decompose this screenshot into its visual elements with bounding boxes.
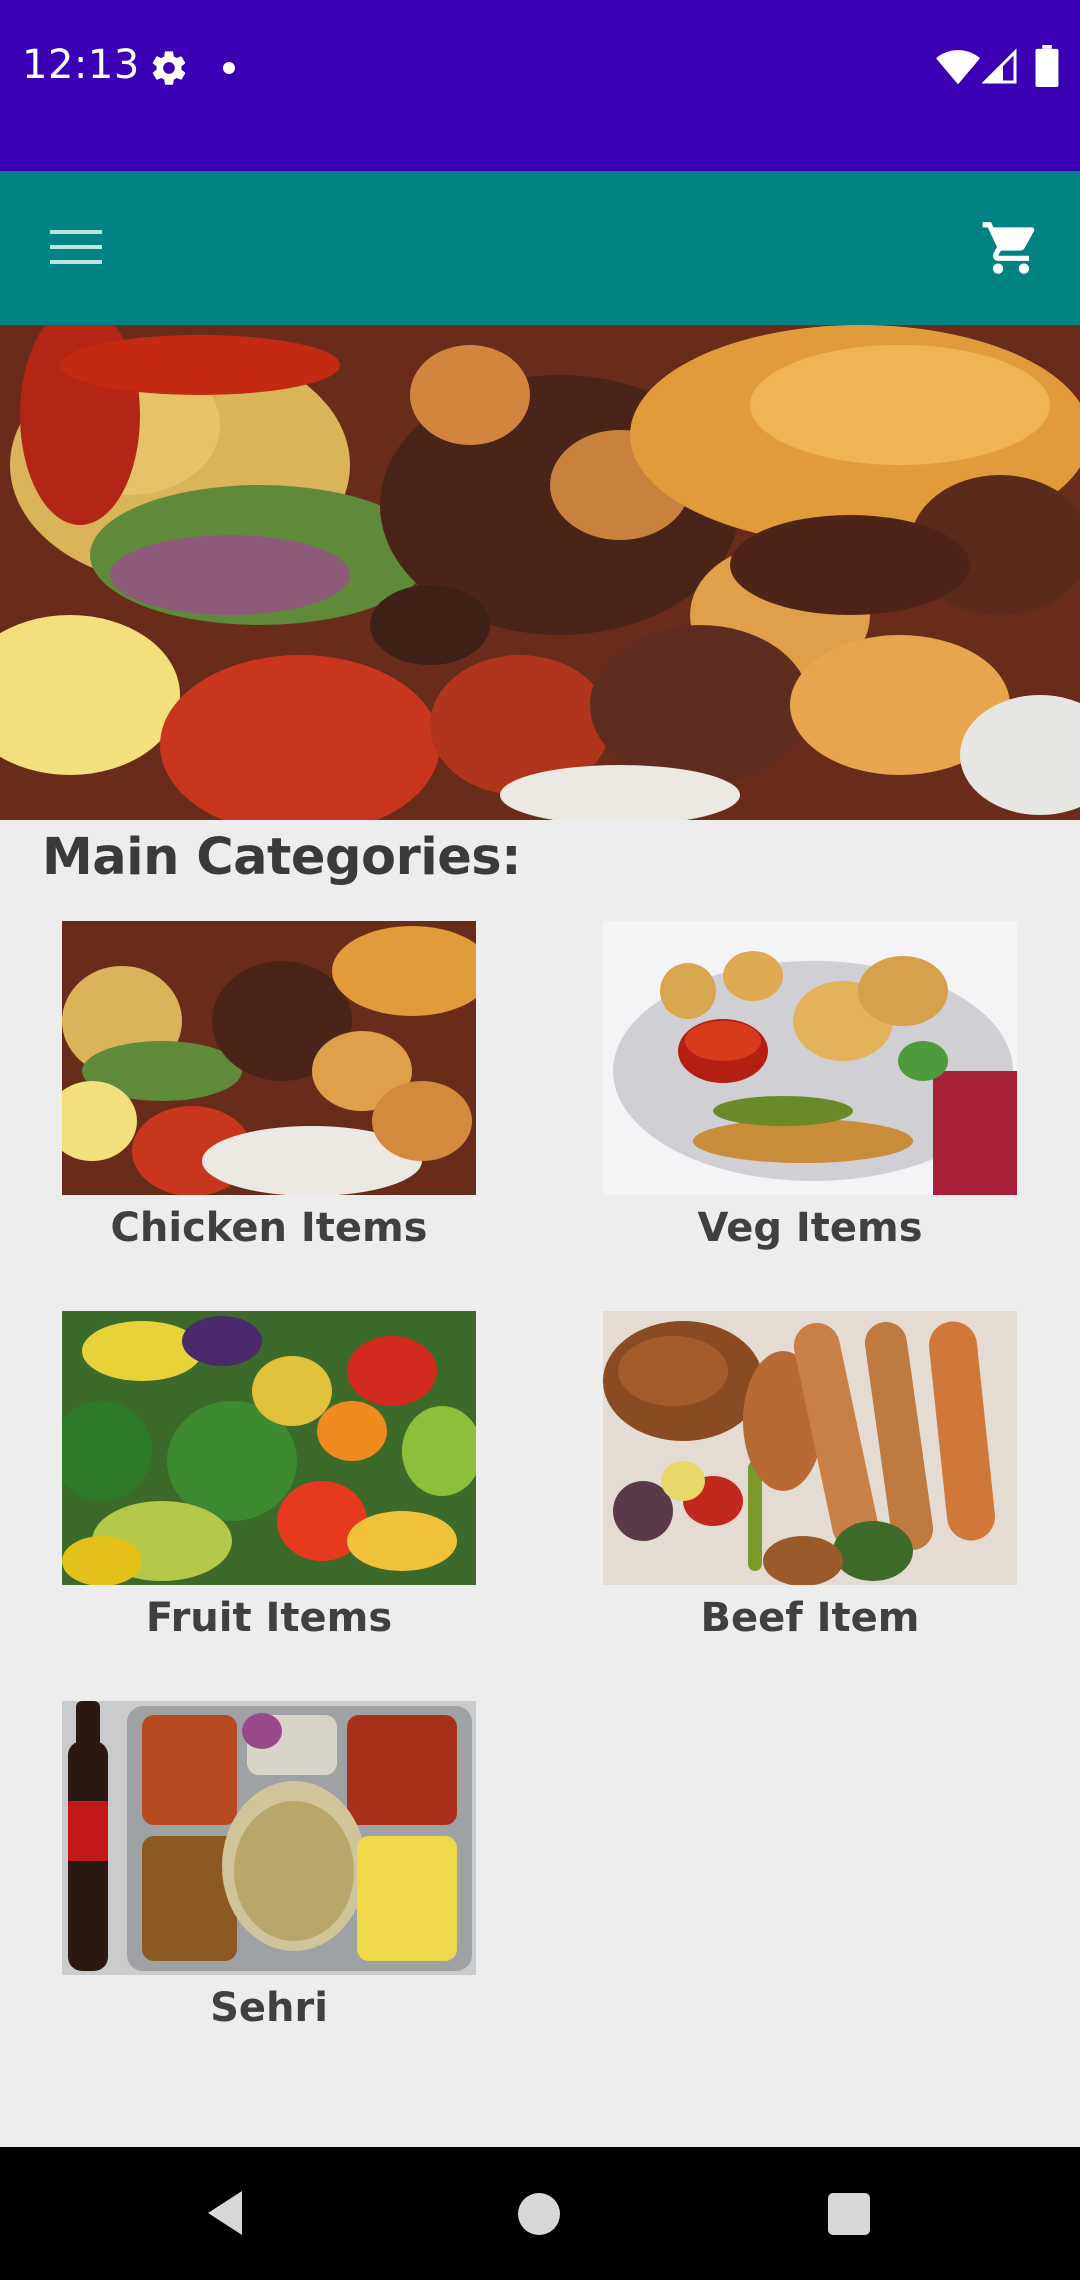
category-label: Sehri [210,1985,328,2031]
section-title: Main Categories: [42,828,522,887]
category-image[interactable] [62,1701,476,1975]
category-image[interactable] [603,1311,1017,1585]
category-image[interactable] [603,921,1017,1195]
wifi-icon [936,50,980,85]
status-bar: 12:13 [0,0,1080,171]
cart-icon[interactable] [978,217,1044,279]
recents-icon[interactable] [828,2193,870,2235]
app-bar [0,171,1080,325]
notification-dot-icon [223,62,235,74]
category-fruit-items[interactable]: Fruit Items [62,1311,476,1645]
battery-icon [1035,45,1059,87]
category-image[interactable] [62,1311,476,1585]
category-label: Veg Items [697,1205,923,1251]
category-label: Fruit Items [145,1595,393,1641]
system-nav-bar [0,2147,1080,2280]
category-sehri[interactable]: Sehri [62,1701,476,2035]
signal-icon [982,48,1017,84]
category-label: Chicken Items [110,1205,428,1251]
category-image[interactable] [62,921,476,1195]
home-icon[interactable] [518,2193,560,2235]
category-beef-item[interactable]: Beef Item [603,1311,1017,1645]
category-veg-items[interactable]: Veg Items [603,921,1017,1255]
category-chicken-items[interactable]: Chicken Items [62,921,476,1255]
status-time: 12:13 [22,42,140,88]
back-icon[interactable] [202,2187,250,2239]
menu-icon[interactable] [48,226,104,268]
hero-banner-image [0,325,1080,820]
gear-icon [152,51,186,85]
category-label: Beef Item [700,1595,920,1641]
